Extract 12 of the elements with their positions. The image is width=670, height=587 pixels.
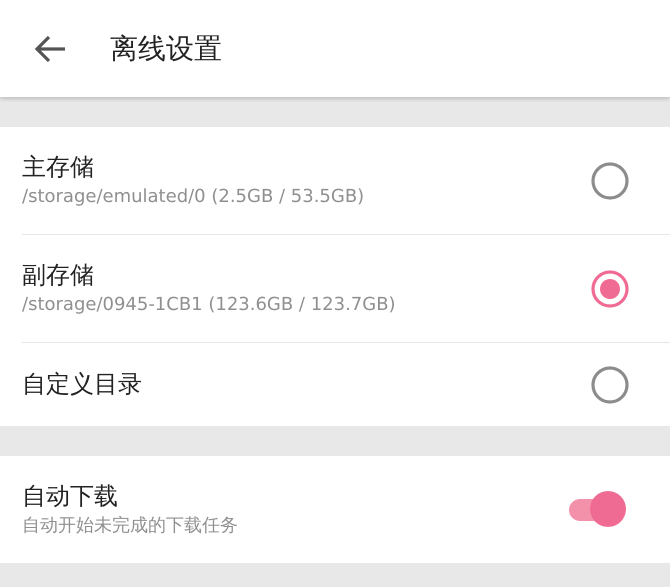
option-subtitle: /storage/0945-1CB1 (123.6GB / 123.7GB) [22, 293, 396, 317]
page-title: 离线设置 [110, 30, 222, 66]
radio-button[interactable] [590, 160, 630, 200]
radio-button[interactable] [590, 268, 630, 308]
option-title: 副存储 [22, 260, 95, 292]
option-title: 自定义目录 [22, 368, 142, 400]
option-subtitle: 自动开始未完成的下载任务 [22, 514, 238, 538]
option-subtitle: /storage/emulated/0 (2.5GB / 53.5GB) [22, 185, 364, 209]
option-title: 自动下载 [22, 481, 119, 512]
radio-button[interactable] [590, 364, 630, 404]
option-title: 主存储 [22, 152, 95, 184]
back-arrow-icon [33, 34, 67, 64]
